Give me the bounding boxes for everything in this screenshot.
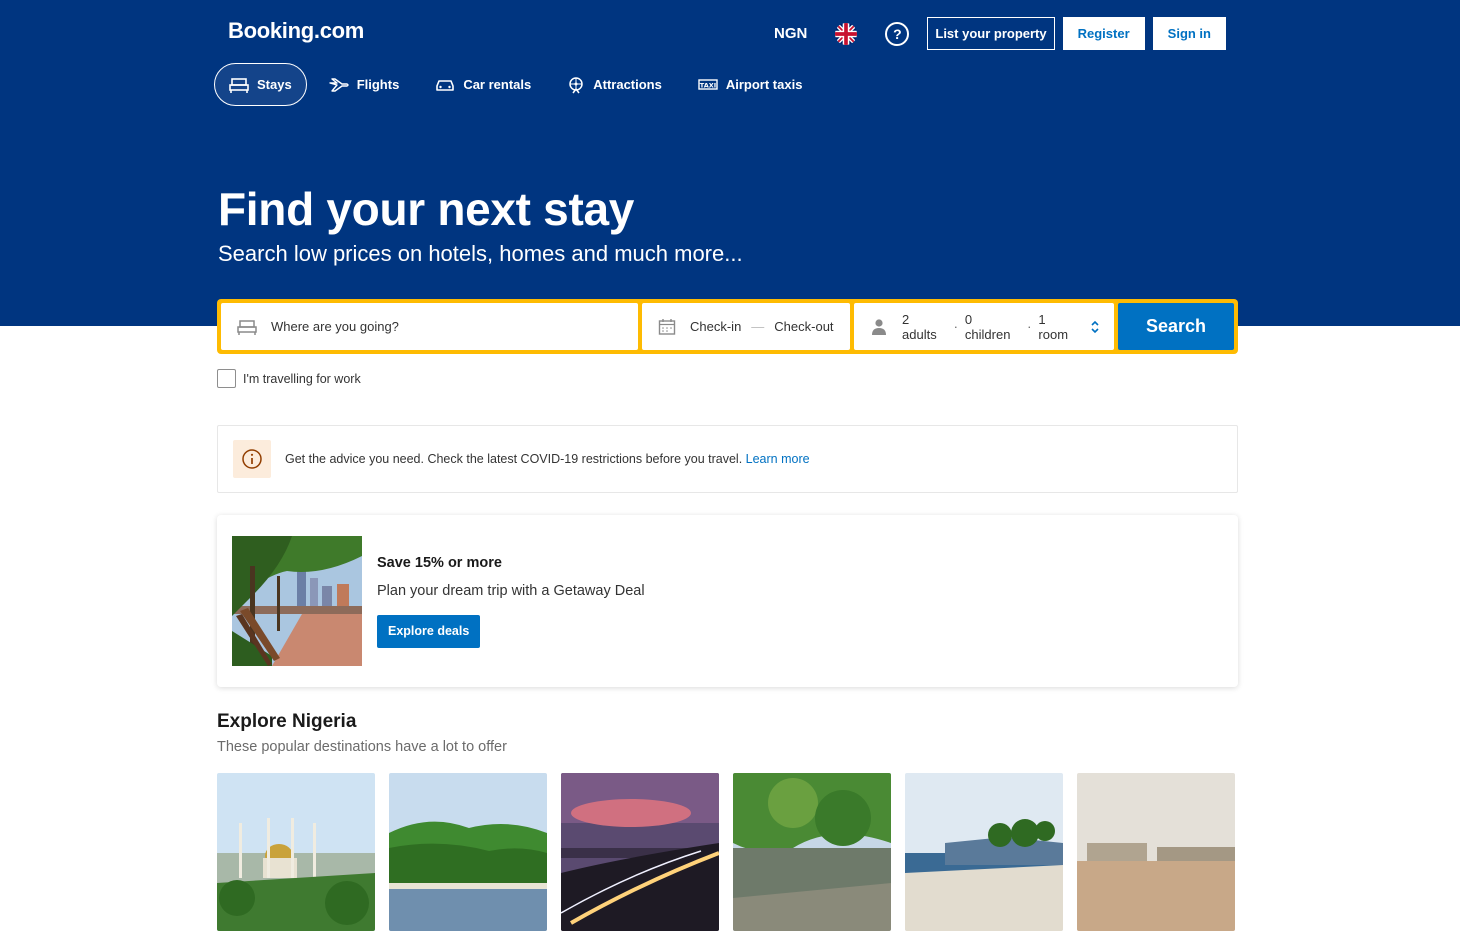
destination-desert-image[interactable] — [1077, 773, 1235, 931]
guests-field[interactable]: 2 adults · 0 children · 1 room — [854, 303, 1114, 350]
destination-island-image[interactable] — [389, 773, 547, 931]
check-out-label[interactable]: Check-out — [774, 319, 833, 334]
work-travel-label: I'm travelling for work — [243, 371, 361, 386]
person-icon — [872, 318, 886, 335]
tab-stays[interactable]: Stays — [214, 63, 307, 106]
deal-description: Plan your dream trip with a Getaway Deal — [377, 583, 645, 599]
rooms-count: 1 room — [1038, 311, 1069, 342]
tab-car-rentals[interactable]: Car rentals — [421, 63, 545, 106]
date-separator: — — [751, 319, 765, 334]
tab-airport-taxis[interactable]: TAXI Airport taxis — [684, 63, 817, 106]
separator-dot: · — [1027, 319, 1032, 334]
getaway-deal-card: Save 15% or more Plan your dream trip wi… — [217, 515, 1238, 687]
covid-message: Get the advice you need. Check the lates… — [285, 452, 810, 466]
car-icon — [436, 79, 455, 91]
chevron-up-down-icon — [1091, 320, 1099, 333]
tab-attractions[interactable]: Attractions — [553, 63, 676, 106]
page-subtitle: Search low prices on hotels, homes and m… — [218, 241, 743, 266]
uk-flag-icon[interactable] — [835, 22, 858, 45]
calendar-icon — [658, 318, 676, 335]
deal-title: Save 15% or more — [377, 555, 502, 571]
tab-car-rentals-label: Car rentals — [463, 77, 532, 92]
separator-dot: · — [953, 319, 958, 334]
explore-deals-button[interactable]: Explore deals — [377, 615, 481, 648]
search-button[interactable]: Search — [1118, 303, 1234, 350]
deal-content: Save 15% or more Plan your dream trip wi… — [377, 555, 645, 648]
destination-cards — [217, 773, 1235, 931]
plane-icon — [329, 77, 349, 92]
work-travel-checkbox[interactable] — [217, 369, 236, 388]
hero-banner — [0, 0, 1460, 326]
destination-beach-image[interactable] — [905, 773, 1063, 931]
list-property-button[interactable]: List your property — [927, 17, 1055, 50]
tab-stays-label: Stays — [257, 77, 292, 92]
product-nav: Stays Flights Car rentals Attractions TA… — [214, 63, 824, 106]
destination-mosque-image[interactable] — [217, 773, 375, 931]
currency-selector[interactable]: NGN — [774, 25, 807, 42]
destination-field[interactable]: Where are you going? — [221, 303, 638, 350]
learn-more-link[interactable]: Learn more — [746, 452, 810, 466]
work-travel-option[interactable]: I'm travelling for work — [217, 369, 361, 388]
destination-placeholder: Where are you going? — [271, 319, 399, 334]
covid-notice: Get the advice you need. Check the lates… — [217, 425, 1238, 493]
tab-flights-label: Flights — [356, 77, 400, 92]
children-count: 0 children — [964, 311, 1011, 342]
destination-city-night-image[interactable] — [561, 773, 719, 931]
explore-title: Explore Nigeria — [217, 711, 357, 732]
attractions-icon — [569, 76, 583, 93]
booking-logo[interactable]: Booking.com — [228, 18, 364, 44]
page-title: Find your next stay — [218, 183, 635, 235]
tab-airport-taxis-label: Airport taxis — [725, 77, 803, 92]
taxi-icon: TAXI — [698, 78, 718, 90]
info-icon — [233, 440, 271, 478]
sign-in-button[interactable]: Sign in — [1152, 17, 1226, 50]
park-promenade-image — [232, 536, 362, 666]
register-button[interactable]: Register — [1062, 17, 1145, 50]
header-actions: NGN ? List your property Register Sign i… — [774, 17, 1226, 50]
check-in-label[interactable]: Check-in — [690, 319, 741, 334]
tab-flights[interactable]: Flights — [315, 63, 414, 106]
destination-river-image[interactable] — [733, 773, 891, 931]
dates-field[interactable]: Check-in — Check-out — [642, 303, 850, 350]
tab-attractions-label: Attractions — [593, 77, 662, 92]
help-icon[interactable]: ? — [885, 21, 910, 46]
covid-text: Get the advice you need. Check the lates… — [285, 452, 743, 466]
bed-icon — [237, 319, 257, 335]
search-bar: Where are you going? Check-in — Check-ou… — [217, 299, 1238, 354]
explore-subtitle: These popular destinations have a lot to… — [217, 739, 507, 755]
svg-text:TAXI: TAXI — [700, 81, 716, 89]
adults-count: 2 adults — [902, 311, 937, 342]
bed-icon — [229, 77, 249, 93]
